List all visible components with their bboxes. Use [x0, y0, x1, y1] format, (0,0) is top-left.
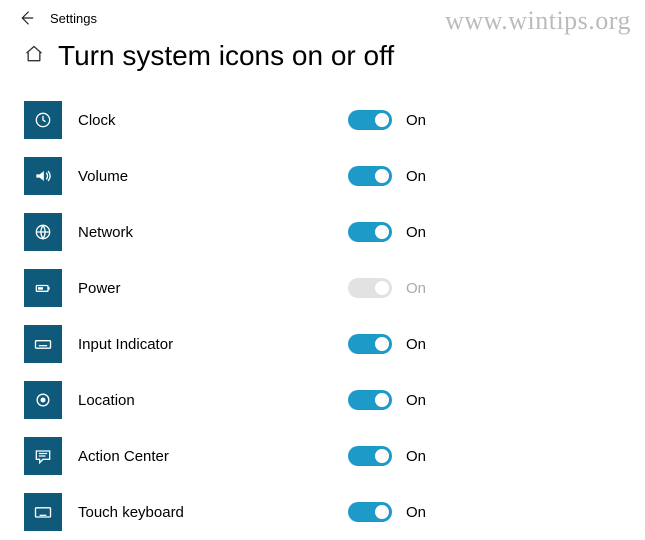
row-touch-keyboard: Touch keyboard On	[24, 484, 621, 540]
state-power: On	[406, 280, 426, 297]
toggle-action-center[interactable]	[348, 446, 392, 466]
toggle-location[interactable]	[348, 390, 392, 410]
page-title: Turn system icons on or off	[58, 40, 394, 72]
titlebar: Settings	[0, 0, 645, 36]
network-icon	[24, 213, 62, 251]
toggle-power	[348, 278, 392, 298]
row-power: Power On	[24, 260, 621, 316]
arrow-left-icon	[17, 9, 35, 27]
state-network: On	[406, 224, 426, 241]
label-action-center: Action Center	[78, 448, 348, 465]
row-action-center: Action Center On	[24, 428, 621, 484]
label-touch-keyboard: Touch keyboard	[78, 504, 348, 521]
row-location: Location On	[24, 372, 621, 428]
label-input-indicator: Input Indicator	[78, 336, 348, 353]
toggle-clock[interactable]	[348, 110, 392, 130]
row-volume: Volume On	[24, 148, 621, 204]
state-action-center: On	[406, 448, 426, 465]
back-button[interactable]	[8, 0, 44, 36]
action-center-icon	[24, 437, 62, 475]
power-icon	[24, 269, 62, 307]
state-touch-keyboard: On	[406, 504, 426, 521]
toggle-input-indicator[interactable]	[348, 334, 392, 354]
state-location: On	[406, 392, 426, 409]
input-indicator-icon	[24, 325, 62, 363]
state-volume: On	[406, 168, 426, 185]
row-clock: Clock On	[24, 92, 621, 148]
row-network: Network On	[24, 204, 621, 260]
clock-icon	[24, 101, 62, 139]
app-title: Settings	[50, 11, 97, 26]
label-clock: Clock	[78, 112, 348, 129]
volume-icon	[24, 157, 62, 195]
toggle-network[interactable]	[348, 222, 392, 242]
label-volume: Volume	[78, 168, 348, 185]
toggle-volume[interactable]	[348, 166, 392, 186]
row-input-indicator: Input Indicator On	[24, 316, 621, 372]
heading-row: Turn system icons on or off	[24, 40, 621, 72]
toggle-touch-keyboard[interactable]	[348, 502, 392, 522]
location-icon	[24, 381, 62, 419]
state-input-indicator: On	[406, 336, 426, 353]
home-icon[interactable]	[24, 44, 44, 69]
label-network: Network	[78, 224, 348, 241]
label-location: Location	[78, 392, 348, 409]
label-power: Power	[78, 280, 348, 297]
touch-keyboard-icon	[24, 493, 62, 531]
state-clock: On	[406, 112, 426, 129]
content-area: Turn system icons on or off Clock On Vol…	[0, 36, 645, 540]
